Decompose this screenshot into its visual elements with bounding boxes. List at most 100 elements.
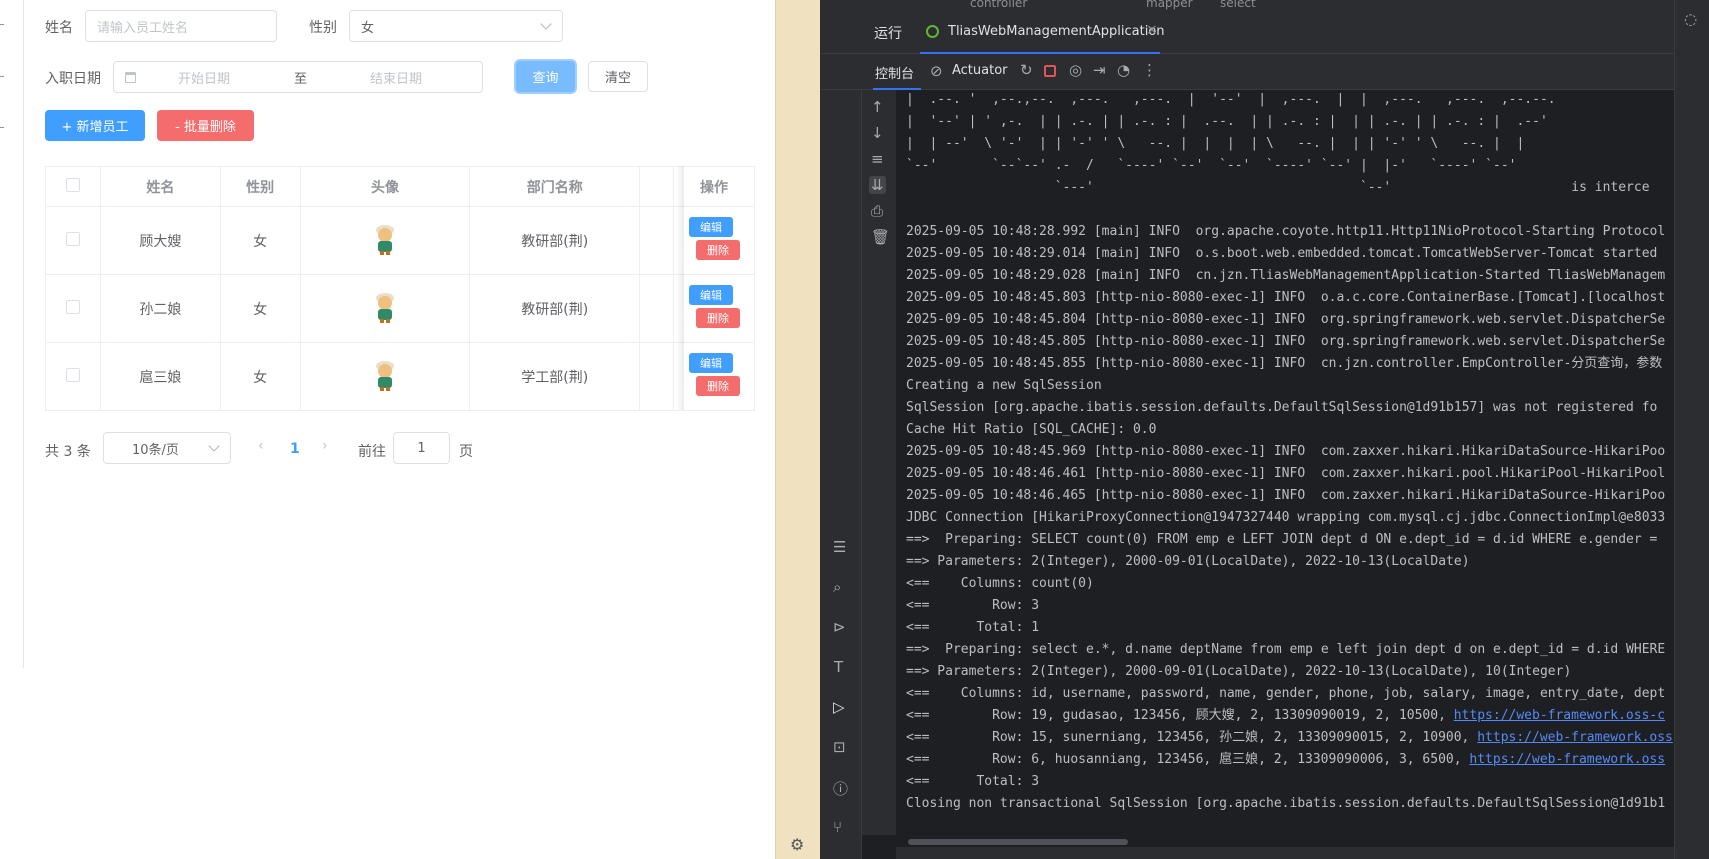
- soft-wrap-icon[interactable]: ≡: [871, 150, 884, 168]
- console-link[interactable]: https://web-framework.oss-c: [1454, 708, 1665, 723]
- edit-button[interactable]: 编辑: [689, 353, 734, 373]
- edit-button[interactable]: 编辑: [689, 217, 734, 237]
- end-date-placeholder[interactable]: 结束日期: [370, 68, 422, 87]
- page-size-value: 10条/页: [132, 442, 179, 458]
- delete-button[interactable]: 删除: [696, 376, 741, 396]
- run-tabbar: 运行 TliasWebManagementApplication ×: [820, 12, 1680, 54]
- row-checkbox[interactable]: [65, 367, 80, 382]
- console-line: 2025-09-05 10:48:46.461 [http-nio-8080-e…: [906, 466, 1665, 482]
- console-line: <== Columns: id, username, password, nam…: [906, 686, 1665, 702]
- gender-select[interactable]: 女: [349, 10, 563, 42]
- console-line-text: Closing non transactional SqlSession [or…: [906, 796, 1666, 811]
- export-icon[interactable]: ⇥: [1093, 61, 1106, 79]
- trash-icon[interactable]: 🗑: [871, 228, 890, 246]
- cell-name: 扈三娘: [99, 342, 221, 411]
- console-line: 2025-09-05 10:48:45.855 [http-nio-8080-e…: [906, 356, 1662, 372]
- select-all-checkbox[interactable]: [65, 177, 80, 192]
- page-size-select[interactable]: 10条/页: [103, 432, 231, 464]
- console-line: SqlSession [org.apache.ibatis.session.de…: [906, 400, 1657, 416]
- more-icon[interactable]: ⋮: [1142, 61, 1157, 79]
- console-line: JDBC Connection [HikariProxyConnection@1…: [906, 510, 1665, 526]
- col-gender: 性别: [219, 166, 301, 207]
- gender-value: 女: [361, 20, 375, 36]
- git-icon[interactable]: ⑂: [833, 818, 842, 836]
- camera-icon[interactable]: ◎: [1069, 61, 1082, 79]
- chevron-down-icon: [208, 440, 220, 452]
- terminal-icon[interactable]: ⊡: [833, 738, 846, 756]
- console-link[interactable]: https://web-framework.oss: [1477, 730, 1673, 745]
- horizontal-scrollbar[interactable]: [908, 839, 1128, 845]
- console-line: <== Columns: count(0): [906, 576, 1094, 592]
- row-checkbox[interactable]: [65, 231, 80, 246]
- cell-hidden: [639, 206, 675, 275]
- console-link[interactable]: https://web-framework.oss: [1469, 752, 1665, 767]
- select-all-cell[interactable]: [45, 166, 101, 207]
- next-page-icon[interactable]: ›: [322, 438, 328, 454]
- date-range-picker[interactable]: 开始日期 至 结束日期: [113, 61, 483, 93]
- start-date-placeholder[interactable]: 开始日期: [178, 68, 288, 87]
- gear-icon[interactable]: ⚙: [790, 835, 804, 854]
- console-line-text: Creating a new SqlSession: [906, 378, 1102, 393]
- print-icon[interactable]: ⎙: [871, 202, 883, 220]
- settings-area: ⚙: [776, 831, 821, 859]
- scroll-to-end-icon[interactable]: ⇊: [869, 176, 886, 194]
- prev-page-icon[interactable]: ‹: [258, 438, 264, 454]
- row-select-cell[interactable]: [45, 342, 101, 411]
- console-line-text: 2025-09-05 10:48:28.992 [main] INFO org.…: [906, 224, 1666, 239]
- edit-button[interactable]: 编辑: [689, 285, 734, 305]
- range-separator: 至: [294, 71, 308, 87]
- console-line-text: `--' `--`--' .- / `----' `--' `--' `----…: [906, 158, 1517, 173]
- console-line: <== Total: 3: [906, 774, 1039, 790]
- delete-button[interactable]: 删除: [696, 240, 741, 260]
- name-label: 姓名: [45, 20, 73, 36]
- goto-page-input[interactable]: 1: [393, 432, 450, 464]
- run-panel-label: 运行: [874, 26, 902, 42]
- col-dept: 部门名称: [469, 166, 641, 207]
- tab-console[interactable]: 控制台: [873, 54, 921, 90]
- console-line: 2025-09-05 10:48:45.804 [http-nio-8080-e…: [906, 312, 1665, 328]
- console-line-text: 2025-09-05 10:48:29.014 [main] INFO o.s.…: [906, 246, 1658, 261]
- query-button[interactable]: 查询: [516, 61, 575, 92]
- breadcrumb-item[interactable]: select: [1220, 0, 1256, 10]
- avatar-icon: [371, 222, 399, 256]
- tab-actuator[interactable]: Actuator: [952, 63, 1008, 78]
- breadcrumb-item[interactable]: controller: [970, 0, 1027, 10]
- stop-icon[interactable]: [1044, 65, 1056, 77]
- sidebar-tick: [0, 127, 4, 128]
- search-icon[interactable]: ⌕: [833, 578, 841, 596]
- batch-delete-button[interactable]: - 批量删除: [157, 110, 254, 141]
- add-employee-button[interactable]: + 新增员工: [45, 110, 145, 141]
- cell-gender: 女: [219, 206, 301, 275]
- name-input[interactable]: 请输入员工姓名: [85, 10, 277, 42]
- row-select-cell[interactable]: [45, 274, 101, 343]
- table-row: 顾大嫂 女 教研部(荆) 编辑 删除: [45, 206, 755, 275]
- tab-run-config[interactable]: TliasWebManagementApplication ×: [920, 12, 1165, 54]
- build-icon[interactable]: T: [834, 658, 843, 676]
- page-number-current[interactable]: 1: [290, 441, 300, 457]
- console-output[interactable]: | .--. ' ,--.,--. ,---. ,---. | '--' | ,…: [896, 90, 1674, 835]
- rerun-icon[interactable]: ↻: [1020, 61, 1033, 79]
- console-line: 2025-09-05 10:48:28.992 [main] INFO org.…: [906, 224, 1665, 240]
- row-checkbox[interactable]: [65, 299, 80, 314]
- goto-page-value: 1: [417, 440, 426, 456]
- profiler-icon[interactable]: ◔: [1117, 61, 1130, 79]
- clear-button[interactable]: 清空: [588, 61, 648, 92]
- console-line-text: <== Row: 6, huosanniang, 123456, 扈三娘, 2,…: [906, 752, 1470, 767]
- cell-dept: 教研部(荆): [469, 206, 641, 275]
- notifications-icon[interactable]: ◌: [1684, 10, 1697, 28]
- sidebar-tick: [0, 24, 4, 25]
- pager-total: 共 3 条: [45, 444, 91, 460]
- problems-icon[interactable]: ⓘ: [833, 778, 848, 799]
- arrow-down-icon[interactable]: ↓: [871, 124, 884, 142]
- run-icon[interactable]: ▷: [833, 698, 845, 716]
- breadcrumb-item[interactable]: mapper: [1146, 0, 1193, 10]
- services-icon[interactable]: ⊳: [833, 618, 846, 636]
- row-select-cell[interactable]: [45, 206, 101, 275]
- arrow-up-icon[interactable]: ↑: [871, 98, 884, 116]
- delete-button[interactable]: 删除: [696, 308, 741, 328]
- close-icon[interactable]: ×: [1146, 22, 1158, 38]
- cell-name: 顾大嫂: [99, 206, 221, 275]
- database-icon[interactable]: ☰: [833, 538, 846, 556]
- console-line-text: ==> Parameters: 2(Integer), 2000-09-01(L…: [906, 664, 1572, 679]
- employee-table: 姓名 性别 头像 部门名称 操作 顾大嫂 女 教研部(荆) 编辑 删除 孙二娘 …: [45, 166, 755, 411]
